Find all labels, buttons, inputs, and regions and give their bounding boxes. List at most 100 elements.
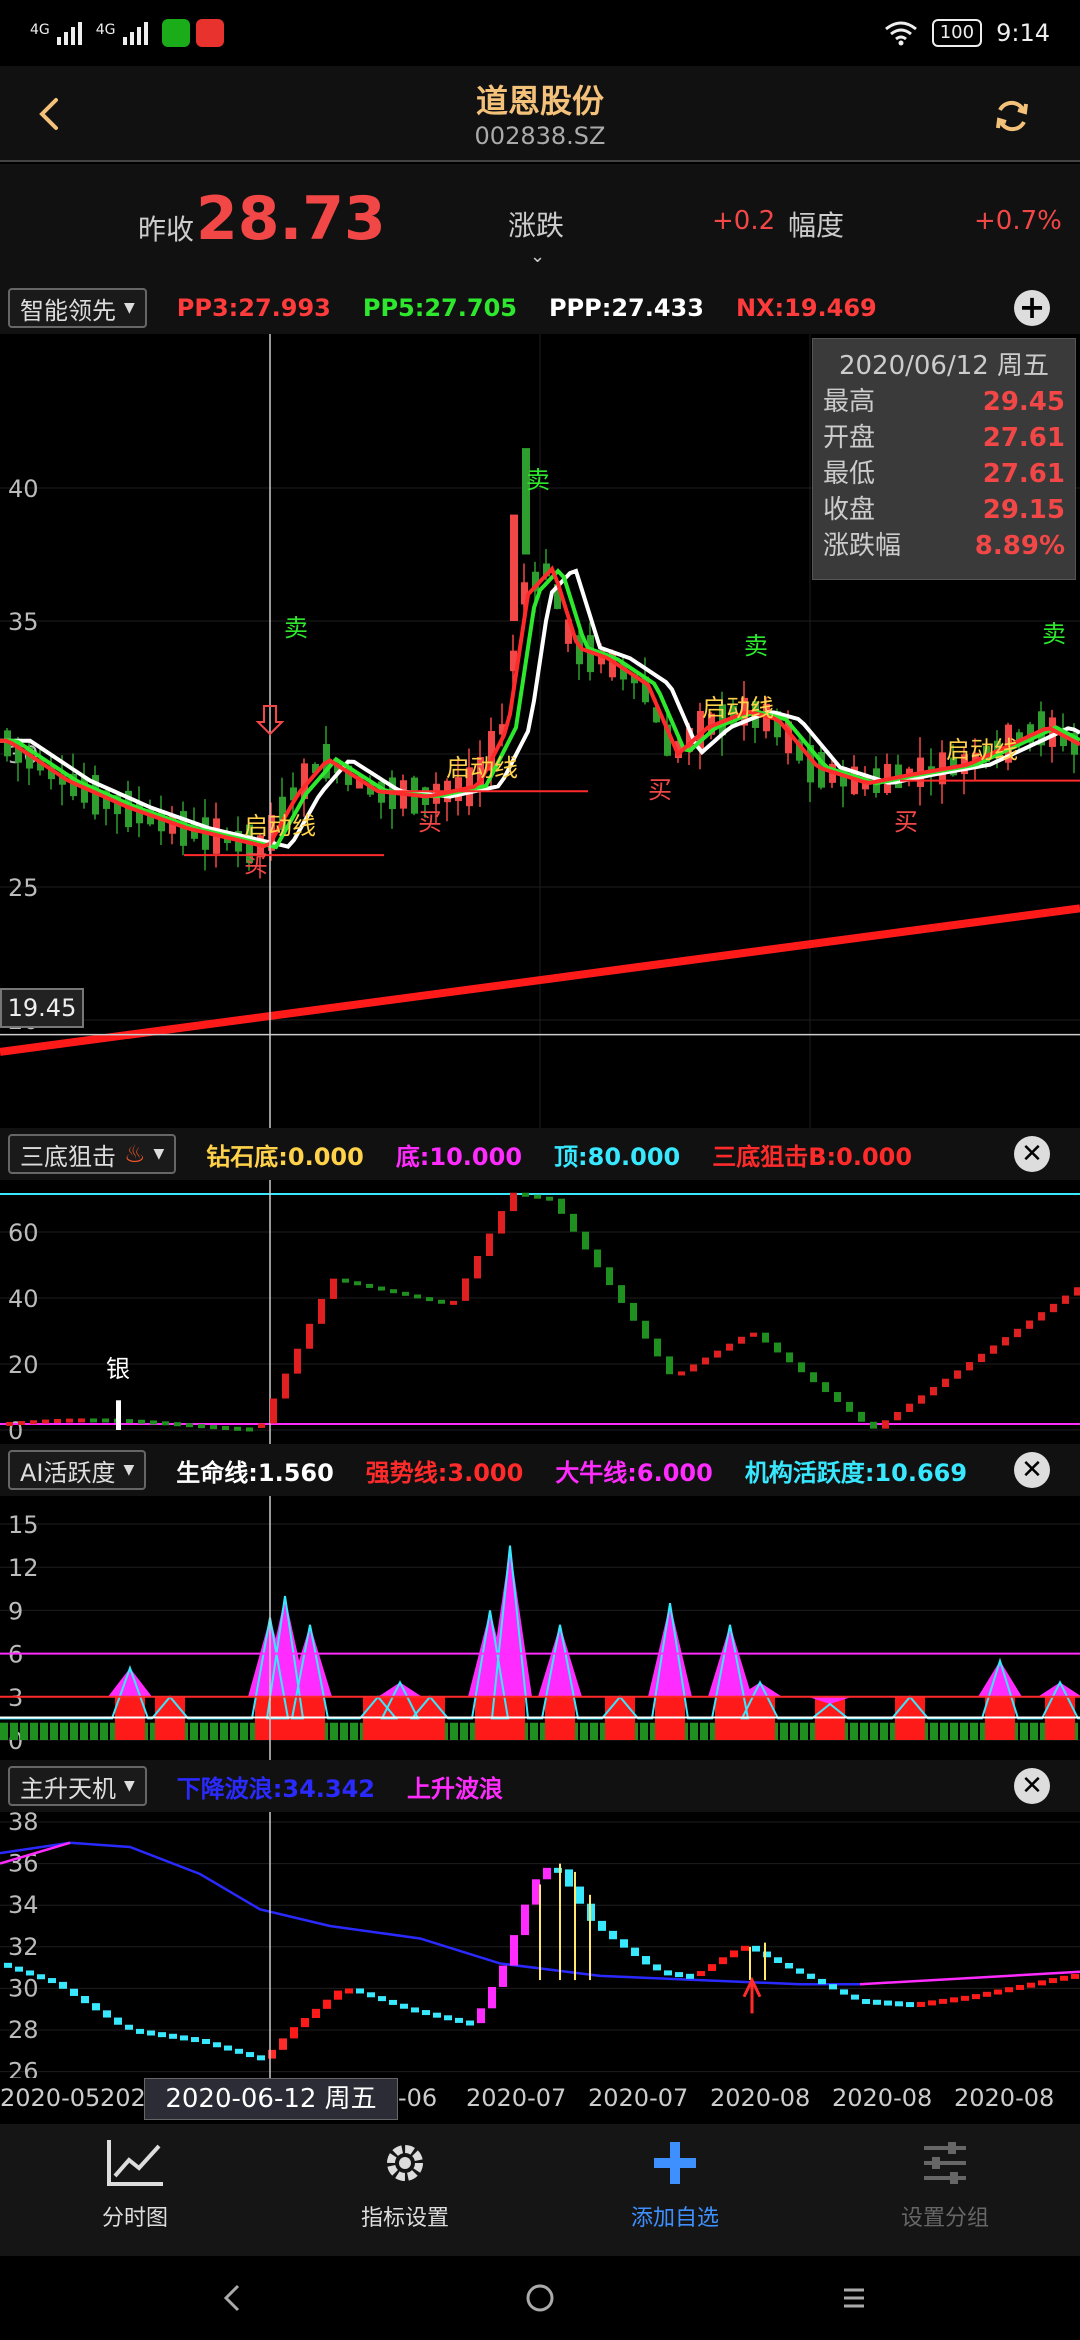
indicator-value: 底:10.000 xyxy=(395,1142,523,1171)
wave-bar xyxy=(582,1231,589,1250)
indicator-selector-3[interactable]: AI活跃度 ▼ xyxy=(8,1450,147,1490)
wave-bar xyxy=(990,1345,997,1354)
base-bar xyxy=(850,1722,858,1740)
wave-bar xyxy=(510,1192,517,1212)
indicator-chart-2[interactable]: 60 40 20 0 银 xyxy=(0,1180,1080,1444)
wave-block xyxy=(488,1986,496,2009)
wave-bar xyxy=(18,1421,25,1426)
y-tick-label: 34 xyxy=(8,1891,39,1919)
close-indicator-icon[interactable]: ✕ xyxy=(1014,1452,1050,1488)
tab-add-watchlist[interactable]: 添加自选 xyxy=(540,2124,810,2256)
wave-bar xyxy=(642,1320,649,1339)
wave-bar xyxy=(906,1403,913,1412)
wave-bar xyxy=(714,1350,721,1358)
wave-bar xyxy=(1050,1303,1057,1313)
wave-bar xyxy=(762,1332,769,1343)
tab-indicator-settings[interactable]: 指标设置 xyxy=(270,2124,540,2256)
wave-bar xyxy=(234,1426,241,1431)
start-line-label: 启动线 xyxy=(702,694,774,722)
wave-block xyxy=(158,2032,166,2038)
indicator-value: 上升波浪 xyxy=(407,1774,503,1803)
main-indicator-selector[interactable]: 智能领先 ▼ xyxy=(8,288,147,328)
wave-block xyxy=(246,2052,254,2058)
change-label[interactable]: 涨跌 xyxy=(508,204,564,244)
indicator-bar-2: 三底狙击 ♨ ▼ 钻石底:0.000 底:10.000 顶:80.000 三底狙击B… xyxy=(0,1128,1080,1180)
wave-block xyxy=(114,2017,122,2025)
wave-bar xyxy=(690,1364,697,1372)
tab-group-settings[interactable]: 设置分组 xyxy=(810,2124,1080,2256)
wave-bar xyxy=(1038,1312,1045,1321)
wave-bar xyxy=(306,1323,313,1349)
base-bar xyxy=(800,1722,808,1740)
y-tick-label: 12 xyxy=(8,1554,39,1582)
wave-block xyxy=(213,2042,221,2048)
wave-block xyxy=(928,2000,936,2006)
wave-block xyxy=(983,1991,991,1997)
close-indicator-icon[interactable]: ✕ xyxy=(1014,1136,1050,1172)
news-app-icon xyxy=(195,19,224,47)
y-tick-label: 9 xyxy=(8,1597,23,1625)
x-tick: 2020-08 xyxy=(954,2084,1055,2112)
nav-back-icon[interactable] xyxy=(216,2282,248,2314)
wave-bar xyxy=(1074,1287,1080,1296)
wave-block xyxy=(686,1973,694,1979)
base-bar xyxy=(970,1722,978,1740)
wave-bar xyxy=(918,1395,925,1404)
wave-bar xyxy=(438,1299,445,1304)
nav-menu-icon[interactable] xyxy=(838,2282,870,2314)
wave-bar xyxy=(726,1343,733,1351)
buy-signal: 买 xyxy=(244,850,268,878)
wave-bar xyxy=(858,1411,865,1422)
wave-bar xyxy=(126,1419,133,1424)
buy-signal: 买 xyxy=(418,808,442,836)
chevron-down-icon[interactable]: ⌄ xyxy=(530,246,545,267)
tab-timeshare[interactable]: 分时图 xyxy=(0,2124,270,2256)
wave-bar xyxy=(930,1387,937,1396)
wave-block xyxy=(323,1999,331,2009)
indicator-chart-3[interactable]: 15129630 xyxy=(0,1496,1080,1760)
wave-bar xyxy=(186,1423,193,1428)
wave-block xyxy=(334,1990,342,2000)
activity-spike xyxy=(648,1603,692,1697)
wave-bar xyxy=(66,1418,73,1423)
wave-block xyxy=(1071,1973,1079,1979)
base-bar xyxy=(960,1722,968,1740)
candle xyxy=(510,514,518,621)
wave-bar xyxy=(270,1398,277,1424)
y-tick-label: 26 xyxy=(8,2058,39,2078)
wave-block xyxy=(697,1971,705,1977)
close-indicator-icon[interactable]: ✕ xyxy=(1014,1768,1050,1804)
wave-bar xyxy=(954,1370,961,1379)
wave-bar xyxy=(42,1419,49,1424)
indicator-chart-4[interactable]: 38 36 34 32 30 28 26 xyxy=(0,1812,1080,2078)
indicator-value: 机构活跃度:10.669 xyxy=(744,1458,968,1487)
status-bar: 4G 4G 100 9:14 xyxy=(0,0,1080,66)
wave-block xyxy=(4,1962,12,1968)
cursor-date: 2020-06-12 周五 xyxy=(144,2078,398,2120)
y-tick-label: 40 xyxy=(8,1285,39,1313)
wave-block xyxy=(125,2024,133,2030)
indicator-selector-4[interactable]: 主升天机 ▼ xyxy=(8,1766,147,1806)
base-bar xyxy=(580,1722,588,1740)
x-tick: 2020-07 xyxy=(588,2084,689,2112)
add-indicator-icon[interactable]: + xyxy=(1014,290,1050,326)
wave-block xyxy=(378,1996,386,2002)
change-value: +0.2 xyxy=(712,206,776,236)
wave-bar xyxy=(162,1421,169,1426)
y-tick-label: 32 xyxy=(8,1933,39,1961)
refresh-icon[interactable] xyxy=(992,96,1032,136)
wave-bar xyxy=(450,1300,457,1305)
wave-bar xyxy=(258,1423,265,1428)
wave-bar xyxy=(702,1357,709,1365)
wave-block xyxy=(1016,1984,1024,1990)
base-bar xyxy=(690,1722,698,1740)
battery-icon: 100 xyxy=(931,19,983,47)
indicator-value: PP3:27.993 xyxy=(176,294,331,322)
wave-bar xyxy=(378,1286,385,1291)
base-bar xyxy=(950,1722,958,1740)
wave-block xyxy=(917,2001,925,2007)
nav-home-icon[interactable] xyxy=(524,2282,556,2314)
wave-block xyxy=(631,1947,639,1957)
indicator-bar-3: AI活跃度 ▼ 生命线:1.560 强势线:3.000 大牛线:6.000 机构活… xyxy=(0,1444,1080,1496)
indicator-selector-2[interactable]: 三底狙击 ♨ ▼ xyxy=(8,1134,177,1174)
